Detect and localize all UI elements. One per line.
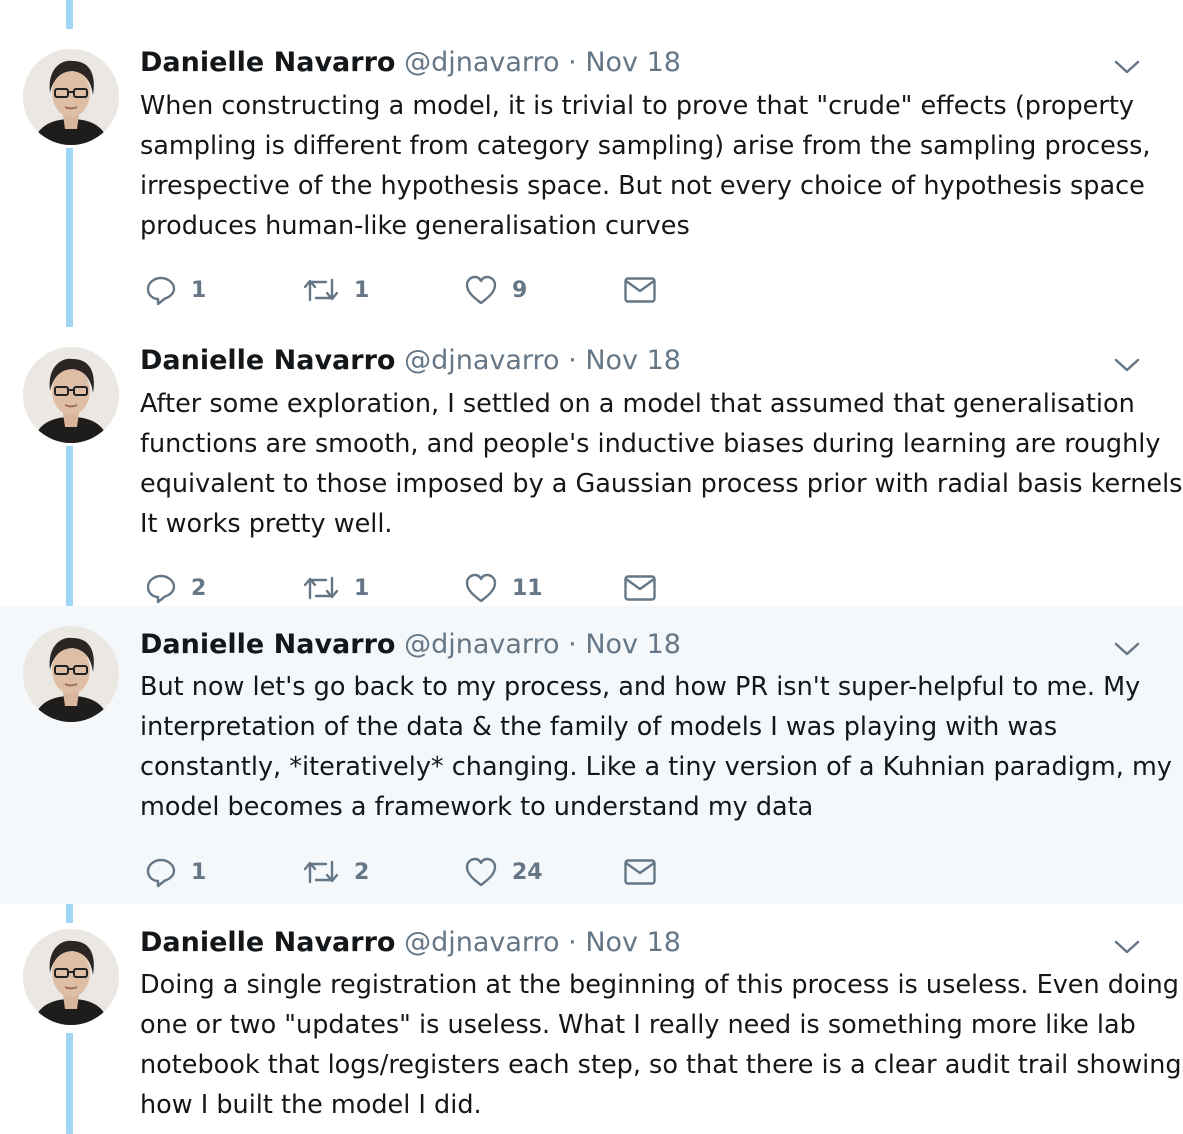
tweet-text-line: Doing a single registration at the begin… [140,970,1179,1000]
heart-icon [465,857,497,887]
retweet-icon [303,860,339,884]
tweet-text: After some exploration, I settled on a m… [140,384,1183,544]
author-name[interactable]: Danielle Navarro [140,629,395,660]
reply-icon [146,276,176,306]
separator-dot: · [568,47,577,78]
chevron-down-icon[interactable] [1113,639,1141,659]
reply-button[interactable]: 1 [145,270,206,310]
author-handle[interactable]: @djnavarro [404,629,559,660]
envelope-icon [624,859,656,885]
chevron-down-icon[interactable] [1113,57,1141,77]
avatar[interactable] [23,626,119,722]
tweet-text-line: When constructing a model, it is trivial… [140,91,1134,121]
retweet-count: 1 [354,277,370,303]
retweet-icon [303,278,339,302]
author-handle[interactable]: @djnavarro [404,345,559,376]
tweet-text-line: produces human-like generalisation curve… [140,211,690,241]
tweet-header: Danielle Navarro @djnavarro · Nov 18 [140,343,681,379]
tweet-text-line: model becomes a framework to understand … [140,792,814,822]
tweet-text-line: constantly, *iteratively* changing. Like… [140,752,1172,782]
like-count: 11 [512,575,543,601]
like-count: 9 [512,277,528,303]
tweet-text-line: sampling is different from category samp… [140,131,1151,161]
reply-count: 2 [191,575,207,601]
tweet[interactable]: Danielle Navarro @djnavarro · Nov 18 Whe… [0,14,1183,312]
heart-icon [465,573,497,603]
reply-icon [146,858,176,888]
retweet-button[interactable]: 2 [302,852,369,892]
direct-message-button[interactable] [623,270,657,310]
tweet[interactable]: Danielle Navarro @djnavarro · Nov 18 Doi… [0,904,1183,1134]
author-name[interactable]: Danielle Navarro [140,927,395,958]
envelope-icon [624,575,656,601]
tweet-text-line: But now let's go back to my process, and… [140,672,1141,702]
like-count: 24 [512,859,543,885]
retweet-button[interactable]: 1 [302,568,369,608]
retweet-count: 2 [354,859,370,885]
like-button[interactable]: 11 [464,568,543,608]
heart-icon [465,275,497,305]
reply-icon [146,574,176,604]
tweet-text: When constructing a model, it is trivial… [140,86,1160,246]
tweet-text-line: After some exploration, I settled on a m… [140,389,1135,419]
tweet-header: Danielle Navarro @djnavarro · Nov 18 [140,627,681,663]
separator-dot: · [568,629,577,660]
tweet-date[interactable]: Nov 18 [585,345,681,376]
chevron-down-icon[interactable] [1113,355,1141,375]
tweet-date[interactable]: Nov 18 [585,927,681,958]
tweet-text-line: It works pretty well. [140,509,393,539]
retweet-button[interactable]: 1 [302,270,369,310]
author-handle[interactable]: @djnavarro [404,927,559,958]
envelope-icon [624,277,656,303]
tweet-text-line: notebook that logs/registers each step, … [140,1050,1182,1080]
tweet-header: Danielle Navarro @djnavarro · Nov 18 [140,45,681,81]
reply-button[interactable]: 1 [145,852,206,892]
like-button[interactable]: 24 [464,852,543,892]
tweet-highlighted[interactable]: Danielle Navarro @djnavarro · Nov 18 But… [0,606,1183,904]
separator-dot: · [568,345,577,376]
chevron-down-icon[interactable] [1113,937,1141,957]
tweet-text-line: functions are smooth, and people's induc… [140,429,1161,459]
author-name[interactable]: Danielle Navarro [140,47,395,78]
tweet-text: But now let's go back to my process, and… [140,667,1172,827]
retweet-count: 1 [354,575,370,601]
tweet-date[interactable]: Nov 18 [585,629,681,660]
tweet-text-line: interpretation of the data & the family … [140,712,1058,742]
reply-count: 1 [191,277,207,303]
reply-button[interactable]: 2 [145,568,206,608]
direct-message-button[interactable] [623,852,657,892]
avatar[interactable] [23,347,119,443]
tweet-text-line: irrespective of the hypothesis space. Bu… [140,171,1145,201]
tweet-text: Doing a single registration at the begin… [140,965,1182,1125]
retweet-icon [303,576,339,600]
direct-message-button[interactable] [623,568,657,608]
tweet-header: Danielle Navarro @djnavarro · Nov 18 [140,925,681,961]
tweet-text-line: equivalent to those imposed by a Gaussia… [140,469,1183,499]
avatar[interactable] [23,49,119,145]
tweet-text-line: how I built the model I did. [140,1090,482,1120]
avatar[interactable] [23,929,119,1025]
like-button[interactable]: 9 [464,270,527,310]
tweet-text-line: one or two "updates" is useless. What I … [140,1010,1136,1040]
author-name[interactable]: Danielle Navarro [140,345,395,376]
author-handle[interactable]: @djnavarro [404,47,559,78]
tweet[interactable]: Danielle Navarro @djnavarro · Nov 18 Aft… [0,312,1183,610]
tweet-date[interactable]: Nov 18 [585,47,681,78]
reply-count: 1 [191,859,207,885]
separator-dot: · [568,927,577,958]
